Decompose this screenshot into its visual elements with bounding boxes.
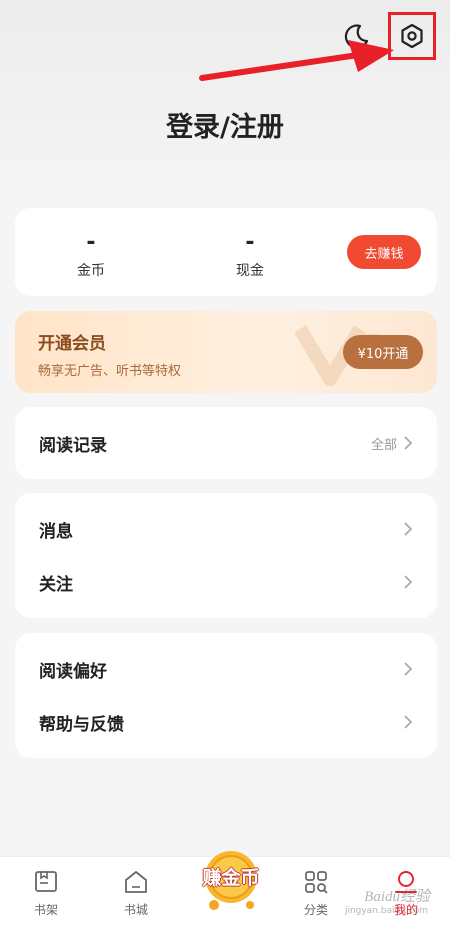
settings-hexagon-icon [401, 23, 423, 49]
messages-follow-card: 消息 关注 [15, 493, 437, 618]
tab-bookstore[interactable]: 书城 [106, 869, 166, 918]
coins-value: - [86, 230, 96, 255]
cash-label: 现金 [236, 263, 264, 279]
reading-history-all: 全部 [370, 437, 397, 453]
tab-bookshelf[interactable]: 书架 [16, 869, 76, 918]
cash-value: - [245, 230, 255, 255]
chevron-right-icon [404, 662, 413, 676]
cash-stat[interactable]: - 现金 [190, 230, 310, 280]
reading-history-row[interactable]: 阅读记录 全部 [39, 431, 413, 456]
tab-category-label: 分类 [303, 903, 328, 917]
help-feedback-label: 帮助与反馈 [39, 714, 124, 735]
earn-coins-label: 赚金币 [202, 867, 260, 889]
chevron-right-icon [404, 575, 413, 589]
reading-preference-label: 阅读偏好 [39, 661, 107, 682]
tab-earn-coins[interactable]: 赚金币 [192, 843, 270, 921]
coins-stat[interactable]: - 金币 [31, 230, 151, 280]
reading-history-card: 阅读记录 全部 [15, 407, 437, 479]
login-register-title[interactable]: 登录/注册 [0, 105, 450, 144]
follow-row[interactable]: 关注 [39, 570, 413, 595]
follow-label: 关注 [39, 574, 73, 595]
reading-preference-row[interactable]: 阅读偏好 [39, 657, 413, 682]
chevron-right-icon [404, 436, 413, 450]
tab-bookshelf-label: 书架 [33, 903, 58, 917]
annotation-arrow-icon [199, 40, 394, 81]
tab-bookstore-label: 书城 [123, 903, 148, 917]
home-icon [125, 871, 147, 893]
reading-history-label: 阅读记录 [39, 435, 107, 456]
category-grid-icon [305, 871, 328, 894]
bookshelf-icon [35, 871, 57, 892]
vip-open-button[interactable]: ¥10开通 [343, 335, 423, 369]
chevron-right-icon [404, 522, 413, 536]
watermark-brand: Baidu经验 [364, 889, 430, 905]
messages-row[interactable]: 消息 [39, 517, 413, 542]
vip-banner[interactable]: 开通会员 畅享无广告、听书等特权 ¥10开通 [15, 311, 437, 393]
help-feedback-row[interactable]: 帮助与反馈 [39, 710, 413, 735]
chevron-right-icon [404, 715, 413, 729]
coins-label: 金币 [77, 263, 105, 279]
wallet-card: - 金币 - 现金 去赚钱 [15, 208, 437, 296]
watermark-url: jingyan.baidu.com [344, 906, 428, 916]
vip-subtitle: 畅享无广告、听书等特权 [38, 364, 182, 379]
messages-label: 消息 [39, 521, 73, 542]
vip-title: 开通会员 [38, 334, 106, 354]
preferences-help-card: 阅读偏好 帮助与反馈 [15, 633, 437, 758]
tab-category[interactable]: 分类 [286, 869, 346, 918]
earn-money-button[interactable]: 去赚钱 [347, 235, 421, 269]
